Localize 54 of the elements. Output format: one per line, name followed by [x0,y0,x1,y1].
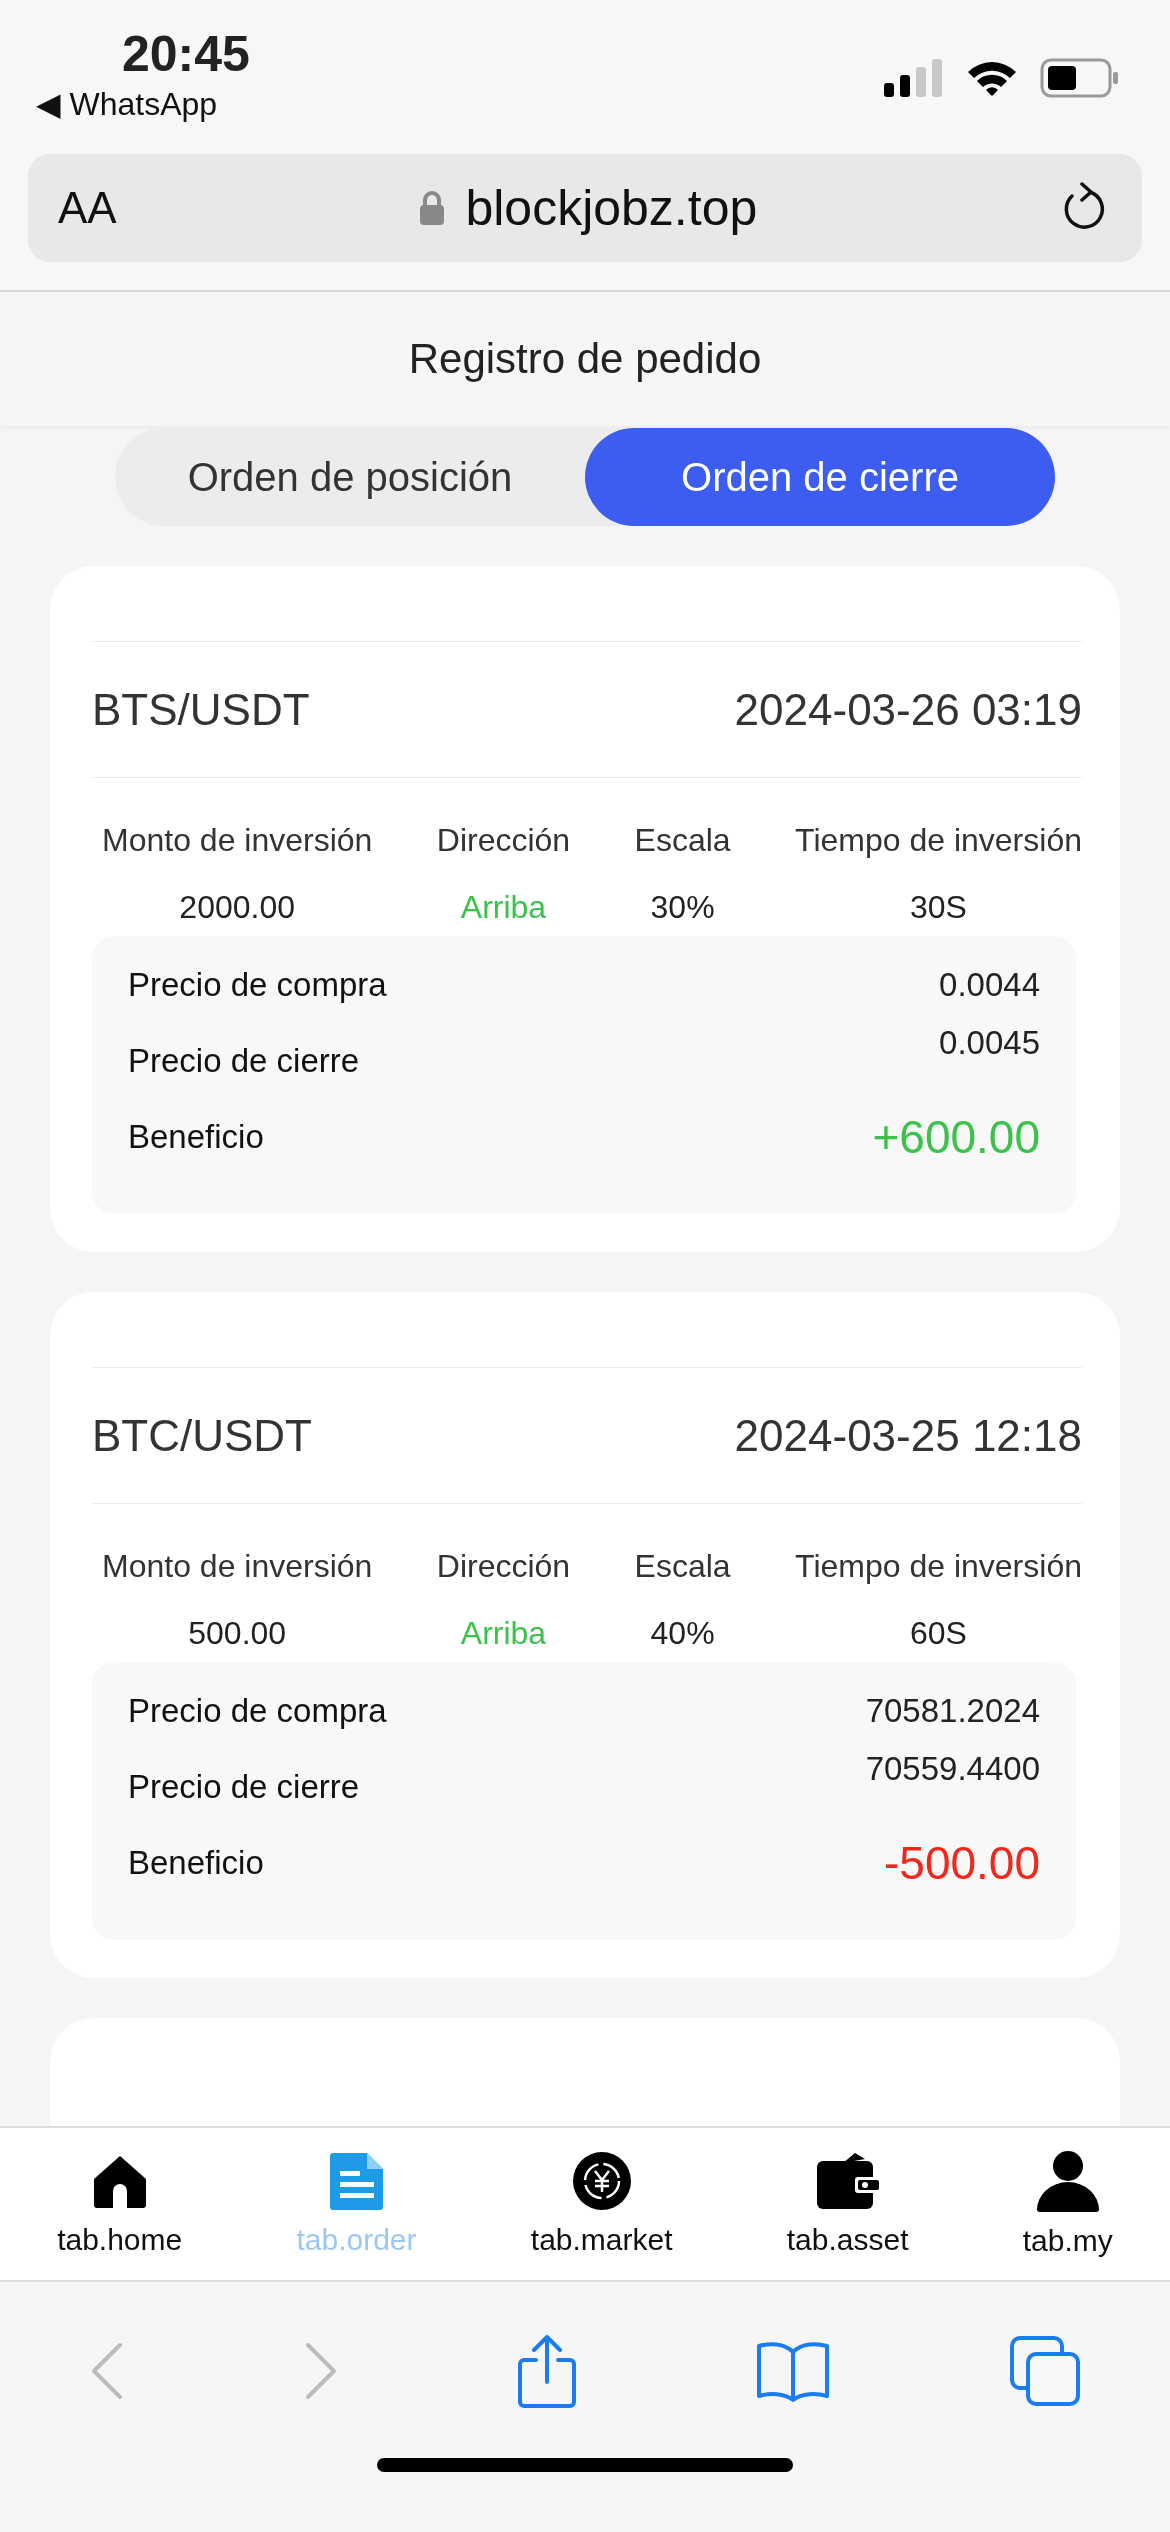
buy-price: 0.0044 [939,966,1040,1004]
order-type-tab[interactable]: Orden de posición [115,428,585,526]
scale-value: 30% [649,888,716,927]
wifi-icon [966,59,1018,97]
trading-pair: BTS/USDT [92,684,310,735]
battery-icon [1040,58,1120,98]
wallet-icon [814,2151,881,2211]
investment-time: 60S [909,1614,968,1653]
direction-value: Arriba [459,888,548,927]
address-bar[interactable]: AA blockjobz.top [28,154,1142,262]
column-heading: Escala [634,1548,731,1585]
status-time: 20:45 [122,25,250,84]
order-datetime: 2024-03-26 03:19 [734,684,1082,735]
back-to-app-link[interactable]: ◀ WhatsApp [36,84,250,124]
lock-icon [419,190,446,226]
page-title: Registro de pedido [408,335,762,383]
column-heading: Escala [634,822,731,859]
close-price: 0.0045 [939,1024,1040,1062]
tab-bar-item[interactable]: tab.my [1012,2150,1123,2258]
currency-exchange-icon [571,2151,632,2211]
order-type-tab[interactable]: Orden de cierre [585,428,1055,526]
tab-bar-item[interactable]: tab.home [47,2151,193,2257]
column-heading: Tiempo de inversión [795,822,1082,859]
scale-value: 40% [649,1614,716,1653]
trading-pair: BTC/USDT [92,1410,312,1461]
column-heading: Monto de inversión [102,822,373,859]
tab-bar-item[interactable]: tab.market [520,2151,683,2257]
profit-label: Beneficio [128,1844,264,1882]
profit-label: Beneficio [128,1118,264,1156]
buy-price-label: Precio de compra [128,966,387,1004]
buy-price: 70581.2024 [865,1692,1040,1730]
column-heading: Dirección [436,1548,571,1585]
profit-value: +600.00 [872,1110,1040,1164]
column-heading: Tiempo de inversión [795,1548,1082,1585]
investment-amount: 2000.00 [178,888,296,927]
column-heading: Dirección [436,822,571,859]
tab-bar-item[interactable]: tab.asset [776,2151,919,2257]
close-price: 70559.4400 [865,1750,1040,1788]
column-heading: Monto de inversión [102,1548,373,1585]
direction-value: Arriba [459,1614,548,1653]
profit-value: -500.00 [884,1836,1040,1890]
investment-time: 30S [909,888,968,927]
order-datetime: 2024-03-25 12:18 [734,1410,1082,1461]
buy-price-label: Precio de compra [128,1692,387,1730]
signal-icon [884,59,944,97]
url-text: blockjobz.top [465,179,758,237]
text-size-button[interactable]: AA [58,183,117,233]
close-price-label: Precio de cierre [128,1768,360,1806]
investment-amount: 500.00 [187,1614,288,1653]
bookmarks-icon[interactable] [756,2340,830,2402]
share-icon[interactable] [518,2334,576,2408]
tabs-icon[interactable] [1010,2336,1080,2406]
document-icon [328,2151,385,2211]
close-price-label: Precio de cierre [128,1042,360,1080]
